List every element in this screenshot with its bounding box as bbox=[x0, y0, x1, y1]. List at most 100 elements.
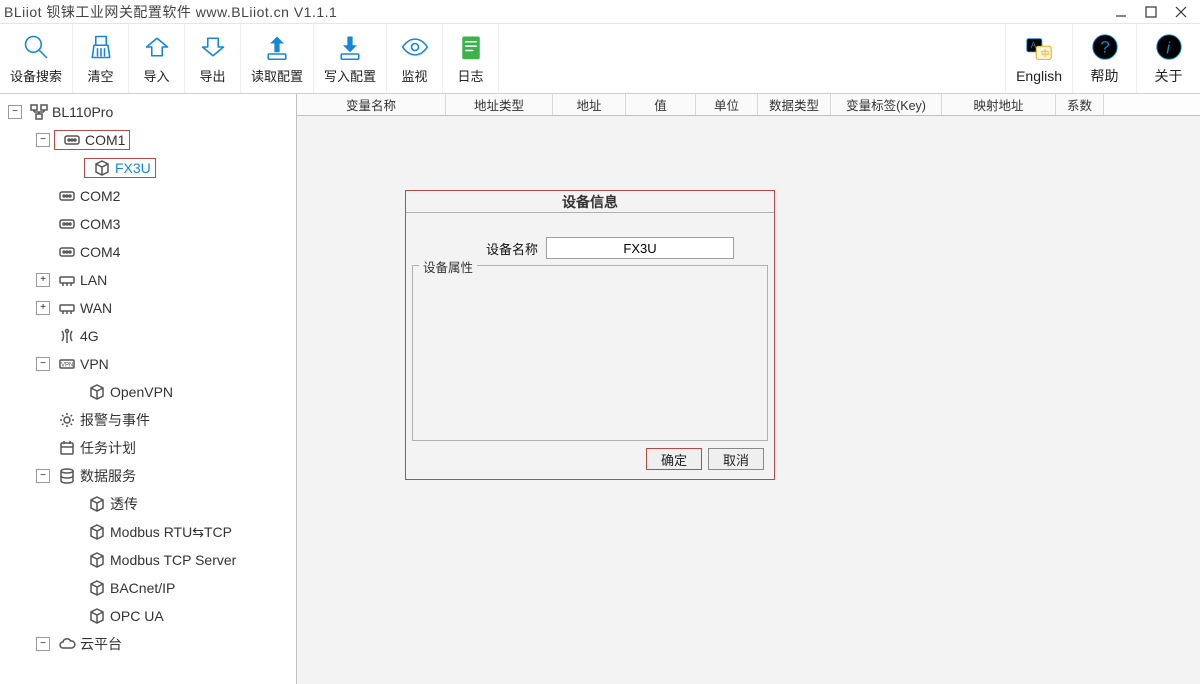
clear-label: 清空 bbox=[88, 66, 114, 85]
svg-text:中: 中 bbox=[1041, 48, 1049, 58]
read-config-button[interactable]: 读取配置 bbox=[241, 24, 314, 93]
table-header-cell[interactable]: 地址类型 bbox=[446, 94, 553, 115]
expand-icon[interactable]: + bbox=[36, 301, 50, 315]
tree-fx3u[interactable]: FX3U bbox=[2, 154, 294, 182]
write-config-button[interactable]: 写入配置 bbox=[314, 24, 387, 93]
monitor-button[interactable]: 监视 bbox=[387, 24, 443, 93]
table-header-cell[interactable]: 映射地址 bbox=[942, 94, 1056, 115]
tree-lan-label: LAN bbox=[80, 272, 107, 288]
close-button[interactable] bbox=[1174, 5, 1188, 19]
tree-modbus-rtu-tcp[interactable]: Modbus RTU⇆TCP bbox=[2, 518, 294, 546]
tree-4g[interactable]: 4G bbox=[2, 322, 294, 350]
collapse-icon[interactable]: − bbox=[36, 469, 50, 483]
tree-opcua[interactable]: OPC UA bbox=[2, 602, 294, 630]
about-button[interactable]: i 关于 bbox=[1136, 24, 1200, 93]
tree-com2[interactable]: COM2 bbox=[2, 182, 294, 210]
collapse-icon[interactable]: − bbox=[36, 133, 50, 147]
tree-com1-label: COM1 bbox=[85, 132, 125, 148]
log-icon bbox=[456, 32, 486, 62]
tree-bacnet-label: BACnet/IP bbox=[110, 580, 175, 596]
collapse-icon[interactable]: − bbox=[36, 357, 50, 371]
search-icon bbox=[21, 32, 51, 62]
tree-dataservice-label: 数据服务 bbox=[80, 466, 136, 486]
tree-fx3u-label: FX3U bbox=[115, 160, 151, 176]
lan-icon bbox=[58, 271, 76, 289]
device-name-input[interactable] bbox=[546, 237, 734, 259]
tree-modbus-tcp-server-label: Modbus TCP Server bbox=[110, 552, 236, 568]
table-header-cell[interactable]: 系数 bbox=[1056, 94, 1104, 115]
clear-button[interactable]: 清空 bbox=[73, 24, 129, 93]
table-header-cell[interactable]: 单位 bbox=[696, 94, 758, 115]
tree-com1[interactable]: − COM1 bbox=[2, 126, 294, 154]
tree-com3-label: COM3 bbox=[80, 216, 120, 232]
tree-alarm-label: 报警与事件 bbox=[80, 410, 150, 430]
cancel-button[interactable]: 取消 bbox=[708, 448, 764, 470]
about-label: 关于 bbox=[1155, 66, 1183, 86]
ok-button[interactable]: 确定 bbox=[646, 448, 702, 470]
table-header-cell[interactable]: 变量标签(Key) bbox=[831, 94, 942, 115]
spacer bbox=[66, 161, 80, 175]
tree-com3[interactable]: COM3 bbox=[2, 210, 294, 238]
cube-icon bbox=[93, 159, 111, 177]
table-header-cell[interactable]: 数据类型 bbox=[758, 94, 831, 115]
tree-task[interactable]: 任务计划 bbox=[2, 434, 294, 462]
cube-icon bbox=[88, 495, 106, 513]
upload-icon bbox=[262, 32, 292, 62]
cube-icon bbox=[88, 383, 106, 401]
tree-task-label: 任务计划 bbox=[80, 438, 136, 458]
collapse-icon[interactable]: − bbox=[8, 105, 22, 119]
collapse-icon[interactable]: − bbox=[36, 637, 50, 651]
port-icon bbox=[58, 187, 76, 205]
cloud-icon bbox=[58, 635, 76, 653]
info-icon: i bbox=[1154, 32, 1184, 62]
tree-com4[interactable]: COM4 bbox=[2, 238, 294, 266]
tree-root[interactable]: − BL110Pro bbox=[2, 98, 294, 126]
svg-text:VPN: VPN bbox=[61, 363, 73, 369]
tree-alarm[interactable]: 报警与事件 bbox=[2, 406, 294, 434]
tree-opcua-label: OPC UA bbox=[110, 608, 164, 624]
expand-icon[interactable]: + bbox=[36, 273, 50, 287]
import-button[interactable]: 导入 bbox=[129, 24, 185, 93]
tree-dataservice[interactable]: − 数据服务 bbox=[2, 462, 294, 490]
log-label: 日志 bbox=[458, 66, 484, 85]
maximize-button[interactable] bbox=[1144, 5, 1158, 19]
cube-icon bbox=[88, 523, 106, 541]
vpn-icon: VPN bbox=[58, 355, 76, 373]
port-icon bbox=[58, 215, 76, 233]
tree-openvpn[interactable]: OpenVPN bbox=[2, 378, 294, 406]
cube-icon bbox=[88, 607, 106, 625]
tree-vpn[interactable]: − VPN VPN bbox=[2, 350, 294, 378]
table-header-cell[interactable]: 地址 bbox=[553, 94, 626, 115]
device-info-dialog: 设备信息 设备名称 设备属性 确定 取消 bbox=[405, 190, 775, 480]
device-search-label: 设备搜索 bbox=[10, 66, 62, 85]
tree-lan[interactable]: + LAN bbox=[2, 266, 294, 294]
tree-com2-label: COM2 bbox=[80, 188, 120, 204]
tree-wan[interactable]: + WAN bbox=[2, 294, 294, 322]
import-icon bbox=[142, 32, 172, 62]
table-header: 变量名称地址类型地址值单位数据类型变量标签(Key)映射地址系数 bbox=[297, 94, 1200, 116]
cube-icon bbox=[88, 551, 106, 569]
table-header-cell[interactable]: 值 bbox=[626, 94, 696, 115]
port-icon bbox=[58, 243, 76, 261]
tree-vpn-label: VPN bbox=[80, 356, 109, 372]
dialog-title: 设备信息 bbox=[406, 191, 774, 213]
antenna-icon bbox=[58, 327, 76, 345]
export-button[interactable]: 导出 bbox=[185, 24, 241, 93]
table-header-cell[interactable]: 变量名称 bbox=[297, 94, 446, 115]
log-button[interactable]: 日志 bbox=[443, 24, 499, 93]
device-attr-group: 设备属性 bbox=[412, 265, 768, 441]
device-tree[interactable]: − BL110Pro − COM1 FX3U bbox=[0, 94, 297, 684]
help-label: 帮助 bbox=[1091, 66, 1119, 86]
cube-icon bbox=[88, 579, 106, 597]
gear-icon bbox=[58, 411, 76, 429]
tree-cloud[interactable]: − 云平台 bbox=[2, 630, 294, 658]
language-button[interactable]: A中 English bbox=[1005, 24, 1072, 93]
tree-bacnet[interactable]: BACnet/IP bbox=[2, 574, 294, 602]
database-icon bbox=[58, 467, 76, 485]
device-icon bbox=[30, 103, 48, 121]
tree-passthru[interactable]: 透传 bbox=[2, 490, 294, 518]
tree-modbus-tcp-server[interactable]: Modbus TCP Server bbox=[2, 546, 294, 574]
device-search-button[interactable]: 设备搜索 bbox=[0, 24, 73, 93]
minimize-button[interactable] bbox=[1114, 5, 1128, 19]
help-button[interactable]: ? 帮助 bbox=[1072, 24, 1136, 93]
